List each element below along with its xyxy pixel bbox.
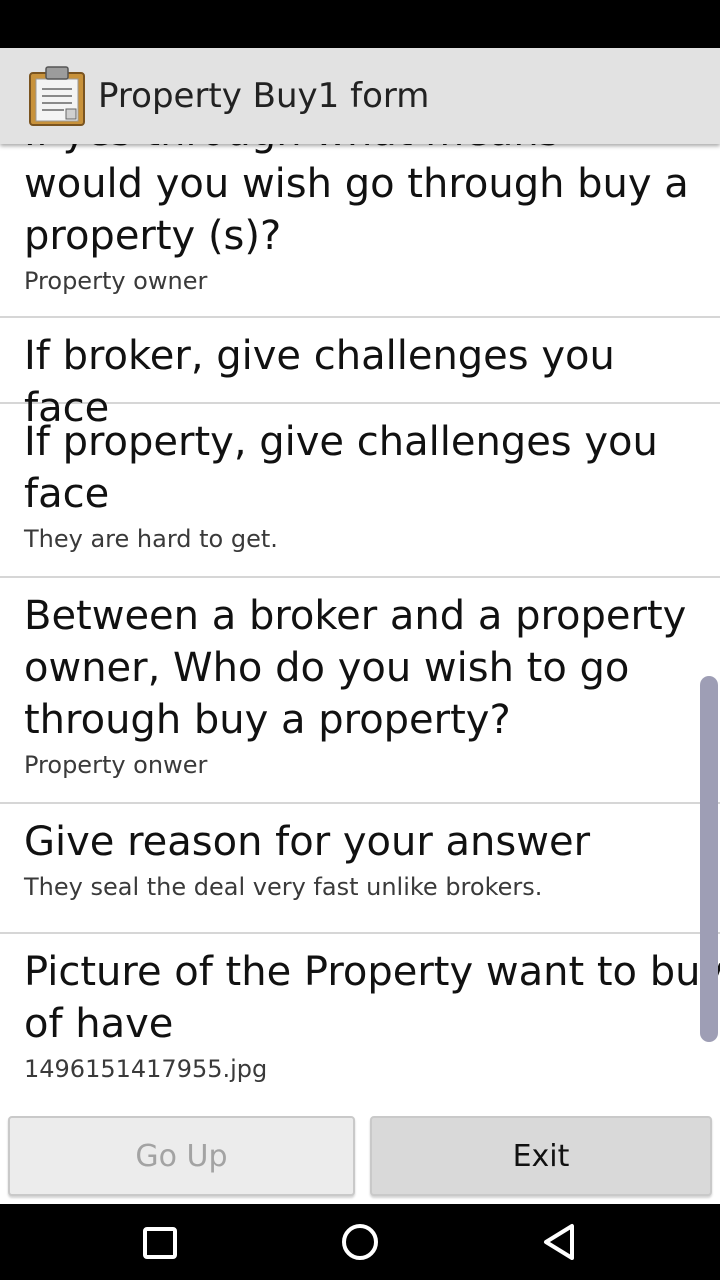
status-bar — [0, 0, 720, 48]
question-text: Picture of the Property want to buy of h… — [24, 949, 720, 1047]
list-item[interactable]: If broker, give challenges you face — [0, 318, 720, 431]
back-triangle-icon[interactable] — [536, 1218, 584, 1266]
answer-text: 1496151417955.jpg — [24, 1055, 268, 1083]
list-item[interactable]: Between a broker and a property owner, W… — [0, 578, 720, 804]
list-item[interactable]: Give reason for your answer They seal th… — [0, 804, 720, 934]
answer-text: They are hard to get. — [24, 525, 278, 553]
answer-text: Property onwer — [24, 751, 208, 779]
app-bar: Property Buy1 form — [0, 48, 720, 144]
question-text: Between a broker and a property owner, W… — [24, 593, 687, 743]
exit-button[interactable]: Exit — [370, 1116, 712, 1196]
question-text: If property, give challenges you face — [24, 419, 658, 517]
answer-text: They seal the deal very fast unlike brok… — [24, 873, 543, 901]
list-item[interactable]: If yes through what means would you wish… — [0, 144, 720, 318]
list-item[interactable]: Picture of the Property want to buy of h… — [0, 934, 720, 1104]
go-up-button[interactable]: Go Up — [8, 1116, 355, 1196]
home-circle-icon[interactable] — [336, 1218, 384, 1266]
navigation-bar — [0, 1204, 720, 1280]
form-summary-list[interactable]: If yes through what means would you wish… — [0, 144, 720, 1104]
question-text: If yes through what means would you wish… — [24, 144, 689, 259]
clipboard-icon — [28, 65, 86, 127]
answer-text: Property owner — [24, 267, 208, 295]
button-bar: Go Up Exit — [0, 1104, 720, 1204]
list-item[interactable]: If property, give challenges you face Th… — [0, 404, 720, 578]
scrollbar-thumb[interactable] — [700, 676, 718, 1042]
question-text: Give reason for your answer — [24, 819, 591, 865]
recents-square-icon[interactable] — [136, 1218, 184, 1266]
app-title: Property Buy1 form — [98, 76, 430, 116]
